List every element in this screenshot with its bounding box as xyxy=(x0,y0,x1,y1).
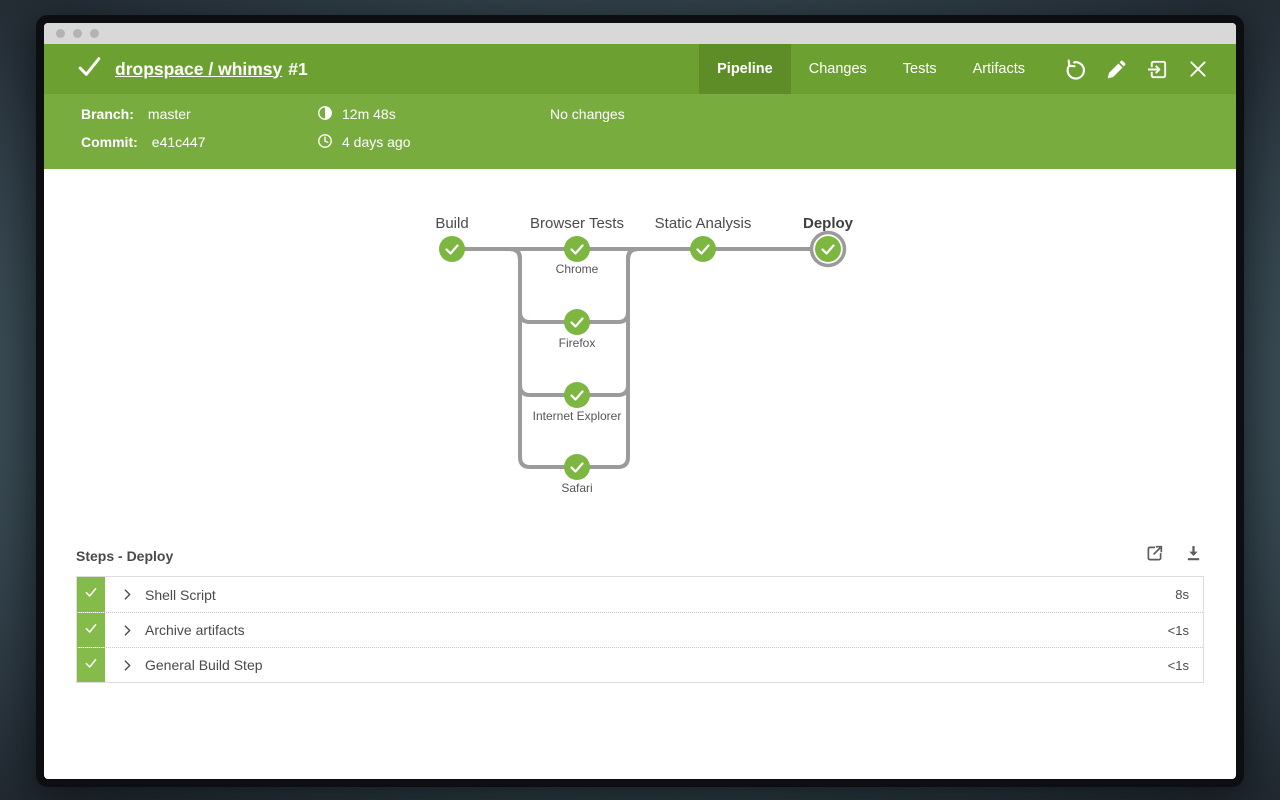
parallel-label-safari: Safari xyxy=(561,481,592,495)
step-row-main: Archive artifacts <1s xyxy=(105,613,1203,647)
chevron-right-icon xyxy=(120,658,135,673)
changes-info: No changes xyxy=(550,104,625,124)
check-icon xyxy=(83,620,99,641)
step-duration: <1s xyxy=(1168,623,1189,638)
download-icon xyxy=(1183,543,1204,569)
step-label: General Build Step xyxy=(145,657,263,673)
parallel-label-internet-explorer: Internet Explorer xyxy=(533,409,622,423)
success-check-icon xyxy=(77,54,102,84)
check-icon xyxy=(83,655,99,676)
parallel-label-chrome: Chrome xyxy=(556,262,599,276)
node-internet-explorer[interactable] xyxy=(564,382,590,408)
chevron-right-icon xyxy=(120,587,135,602)
commit-value: e41c447 xyxy=(152,134,206,150)
node-build[interactable] xyxy=(439,236,465,262)
pipeline-name-link[interactable]: dropspace / whimsy xyxy=(115,59,282,79)
tab-pipeline[interactable]: Pipeline xyxy=(699,44,791,94)
step-status-cell xyxy=(77,577,105,612)
changes-value: No changes xyxy=(550,106,625,122)
stage-label-browser-tests: Browser Tests xyxy=(530,215,624,232)
step-row-shell-script[interactable]: Shell Script 8s xyxy=(77,577,1203,612)
stage-label-deploy: Deploy xyxy=(803,215,854,232)
duration-info: 12m 48s xyxy=(316,104,396,124)
pipeline-graph: Build Browser Tests Static Analysis Depl… xyxy=(44,169,1236,514)
run-header-left: dropspace / whimsy #1 xyxy=(44,44,308,94)
parallel-label-firefox: Firefox xyxy=(559,336,596,350)
steps-table: Shell Script 8s xyxy=(76,576,1204,683)
stage-label-build: Build xyxy=(435,215,468,232)
step-status-cell xyxy=(77,613,105,647)
node-deploy-selected[interactable] xyxy=(812,233,845,266)
close-icon xyxy=(1188,59,1208,79)
steps-header: Steps - Deploy xyxy=(76,543,1204,569)
step-label: Shell Script xyxy=(145,587,216,603)
open-log-button[interactable] xyxy=(1143,545,1165,567)
steps-heading: Steps - Deploy xyxy=(76,548,173,564)
run-info-bar: Branch: master Commit: e41c447 12m 48s xyxy=(44,94,1236,169)
pencil-icon xyxy=(1106,59,1127,80)
step-row-archive-artifacts[interactable]: Archive artifacts <1s xyxy=(77,612,1203,647)
completed-info: 4 days ago xyxy=(316,132,411,152)
window-titlebar xyxy=(44,23,1236,44)
stage-label-static-analysis: Static Analysis xyxy=(655,215,752,232)
branch-value: master xyxy=(148,106,191,122)
tab-changes[interactable]: Changes xyxy=(791,44,885,94)
clock-icon xyxy=(316,132,334,153)
step-row-general-build-step[interactable]: General Build Step <1s xyxy=(77,647,1203,682)
exit-icon xyxy=(1146,58,1169,81)
rotate-left-icon xyxy=(1064,58,1087,81)
node-static-analysis[interactable] xyxy=(690,236,716,262)
pipeline-content: Build Browser Tests Static Analysis Depl… xyxy=(44,169,1236,774)
close-run-button[interactable] xyxy=(1184,55,1212,83)
branch-info: Branch: master xyxy=(81,104,191,124)
step-row-main: General Build Step <1s xyxy=(105,648,1203,682)
tab-bar: Pipeline Changes Tests Artifacts xyxy=(699,44,1043,94)
run-header: dropspace / whimsy #1 Pipeline Changes Te… xyxy=(44,44,1236,94)
duration-value: 12m 48s xyxy=(342,106,396,122)
rerun-button[interactable] xyxy=(1061,55,1089,83)
download-log-button[interactable] xyxy=(1182,545,1204,567)
window-minimize-button[interactable] xyxy=(73,29,82,38)
desktop-background: dropspace / whimsy #1 Pipeline Changes Te… xyxy=(0,0,1280,800)
node-chrome[interactable] xyxy=(564,236,590,262)
header-spacer xyxy=(308,44,699,94)
external-link-icon xyxy=(1144,543,1165,569)
chevron-right-icon xyxy=(120,623,135,638)
commit-info: Commit: e41c447 xyxy=(81,132,206,152)
step-duration: 8s xyxy=(1175,587,1189,602)
open-classic-button[interactable] xyxy=(1143,55,1171,83)
steps-header-actions xyxy=(1143,545,1204,567)
commit-label: Commit: xyxy=(81,134,138,150)
tab-artifacts[interactable]: Artifacts xyxy=(955,44,1043,94)
app-window: dropspace / whimsy #1 Pipeline Changes Te… xyxy=(36,15,1244,787)
graph-edges xyxy=(452,249,828,467)
step-duration: <1s xyxy=(1168,658,1189,673)
edit-button[interactable] xyxy=(1102,55,1130,83)
completed-ago-value: 4 days ago xyxy=(342,134,411,150)
timer-icon xyxy=(316,104,334,125)
step-row-main: Shell Script 8s xyxy=(105,577,1203,612)
step-label: Archive artifacts xyxy=(145,622,245,638)
tab-tests[interactable]: Tests xyxy=(885,44,955,94)
steps-panel: Steps - Deploy xyxy=(76,543,1204,683)
check-icon xyxy=(83,584,99,605)
run-title: dropspace / whimsy #1 xyxy=(115,59,308,80)
build-number: #1 xyxy=(288,59,307,79)
branch-label: Branch: xyxy=(81,106,134,122)
header-actions xyxy=(1043,44,1236,94)
node-firefox[interactable] xyxy=(564,309,590,335)
window-zoom-button[interactable] xyxy=(90,29,99,38)
window-close-button[interactable] xyxy=(56,29,65,38)
step-status-cell xyxy=(77,648,105,682)
node-safari[interactable] xyxy=(564,454,590,480)
